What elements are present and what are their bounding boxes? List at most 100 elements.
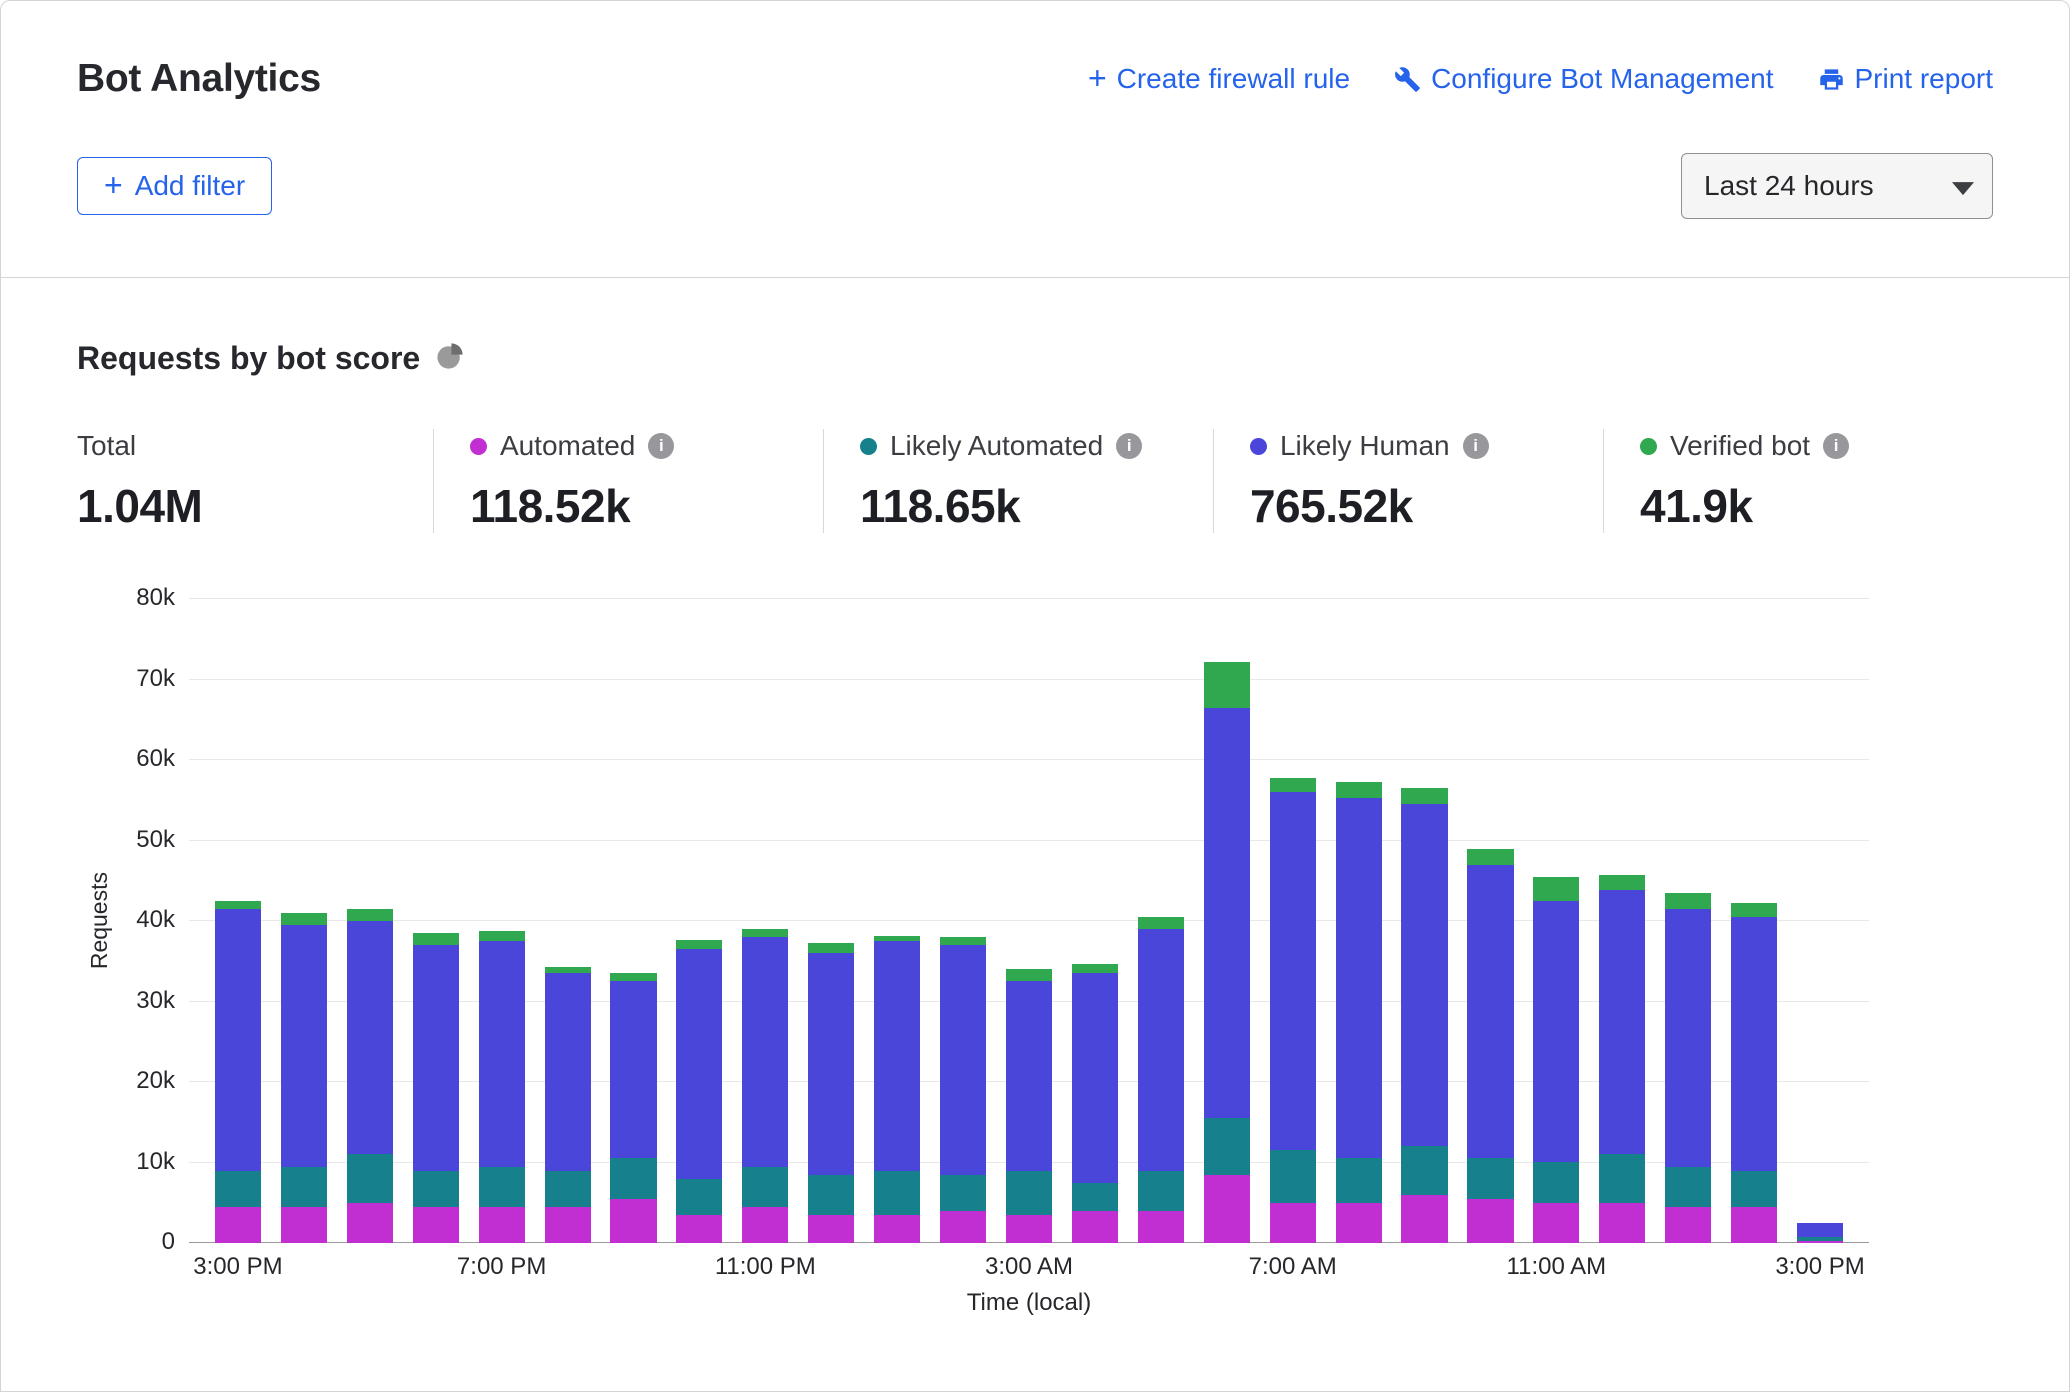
bar-slot [337,909,403,1243]
time-range-select[interactable]: Last 24 hours [1681,153,1993,219]
bar-segment-likely-automated [1731,1171,1777,1207]
bar-segment-likely-human [940,945,986,1174]
stacked-bar[interactable] [610,973,656,1243]
info-icon[interactable]: i [1823,433,1849,459]
bar-segment-verified-bot [676,940,722,950]
stacked-bar[interactable] [1072,964,1118,1243]
stacked-bar[interactable] [1533,877,1579,1243]
bar-segment-likely-automated [874,1171,920,1215]
bar-slot [1589,875,1655,1243]
bar-slot [1523,877,1589,1243]
y-tick-label: 20k [136,1067,175,1095]
stacked-bar[interactable] [1204,662,1250,1243]
bar-slot [1458,849,1524,1243]
stat-likely-automated: Likely Automated i 118.65k [823,429,1213,533]
stacked-bar[interactable] [1467,849,1513,1243]
stat-likely-human-label: Likely Human [1280,430,1450,462]
bar-segment-likely-automated [940,1175,986,1211]
bar-segment-verified-bot [808,943,854,953]
stacked-bar[interactable] [874,936,920,1243]
y-tick-label: 30k [136,987,175,1015]
bar-slot [1721,903,1787,1243]
bar-segment-verified-bot [1270,778,1316,793]
plot-area [189,599,1869,1243]
bar-segment-likely-human [1204,708,1250,1119]
page-title: Bot Analytics [77,57,321,101]
bar-segment-automated [940,1211,986,1243]
bar-segment-likely-automated [1665,1167,1711,1207]
bar-segment-verified-bot [1665,893,1711,909]
stacked-bar[interactable] [347,909,393,1243]
bar-segment-likely-automated [215,1171,261,1207]
y-tick-label: 10k [136,1148,175,1176]
bar-segment-likely-automated [1533,1162,1579,1202]
bar-segment-likely-human [610,981,656,1158]
stacked-bar[interactable] [1006,969,1052,1243]
stacked-bar[interactable] [215,901,261,1243]
stacked-bar[interactable] [808,943,854,1243]
bars [189,599,1869,1243]
x-tick-label: 11:00 PM [715,1253,816,1281]
x-tick-label: 7:00 AM [1249,1253,1337,1281]
stacked-bar[interactable] [1731,903,1777,1243]
y-tick-label: 60k [136,745,175,773]
bar-segment-automated [1599,1203,1645,1243]
info-icon[interactable]: i [1463,433,1489,459]
stat-automated: Automated i 118.52k [433,429,823,533]
x-axis-label: Time (local) [189,1289,1869,1317]
info-icon[interactable]: i [648,433,674,459]
bar-segment-automated [742,1207,788,1243]
bar-slot [271,913,337,1243]
y-tick-label: 70k [136,665,175,693]
info-icon[interactable]: i [1116,433,1142,459]
y-axis-label: Requests [77,599,121,1243]
bar-segment-automated [1665,1207,1711,1243]
stacked-bar[interactable] [1336,782,1382,1243]
bar-segment-likely-human [479,941,525,1166]
stacked-bar[interactable] [940,937,986,1243]
header-actions: + Create firewall rule Configure Bot Man… [1088,57,1993,95]
stacked-bar[interactable] [545,967,591,1243]
stacked-bar[interactable] [1665,893,1711,1243]
bar-segment-verified-bot [1599,875,1645,890]
bot-analytics-page: Bot Analytics + Create firewall rule Con… [0,0,2070,1392]
bar-segment-likely-automated [676,1179,722,1215]
stacked-bar[interactable] [742,929,788,1243]
stacked-bar[interactable] [1599,875,1645,1243]
stacked-bar[interactable] [413,933,459,1243]
bar-segment-automated [281,1207,327,1243]
bar-segment-likely-automated [413,1171,459,1207]
configure-bot-management-link[interactable]: Configure Bot Management [1394,63,1773,95]
printer-icon [1818,66,1845,93]
bar-segment-verified-bot [479,931,525,941]
bar-slot [732,929,798,1243]
stacked-bar[interactable] [1138,917,1184,1243]
stat-likely-human-value: 765.52k [1250,479,1603,533]
stacked-bar[interactable] [676,940,722,1243]
create-firewall-rule-link[interactable]: + Create firewall rule [1088,63,1350,95]
print-report-link[interactable]: Print report [1818,63,1994,95]
stacked-bar[interactable] [281,913,327,1243]
chevron-down-icon [1952,182,1974,195]
stacked-bar[interactable] [1797,1223,1843,1243]
bar-segment-verified-bot [1072,964,1118,974]
verified-bot-legend-dot [1640,438,1657,455]
likely-automated-legend-dot [860,438,877,455]
stacked-bar[interactable] [1401,788,1447,1243]
bar-segment-verified-bot [1401,788,1447,804]
stats-row: Total 1.04M Automated i 118.52k Likely A… [77,429,1993,533]
stat-verified-bot-label: Verified bot [1670,430,1810,462]
add-filter-button[interactable]: + Add filter [77,157,272,215]
bar-segment-automated [1336,1203,1382,1243]
stat-likely-human: Likely Human i 765.52k [1213,429,1603,533]
stacked-bar[interactable] [479,931,525,1243]
bar-slot [205,901,271,1243]
stat-likely-automated-value: 118.65k [860,479,1213,533]
stat-verified-bot-value: 41.9k [1640,479,1993,533]
bar-segment-verified-bot [1533,877,1579,901]
bar-slot [403,933,469,1243]
bar-slot [666,940,732,1243]
stacked-bar[interactable] [1270,778,1316,1243]
print-report-label: Print report [1855,63,1994,95]
bar-segment-likely-automated [1138,1171,1184,1211]
